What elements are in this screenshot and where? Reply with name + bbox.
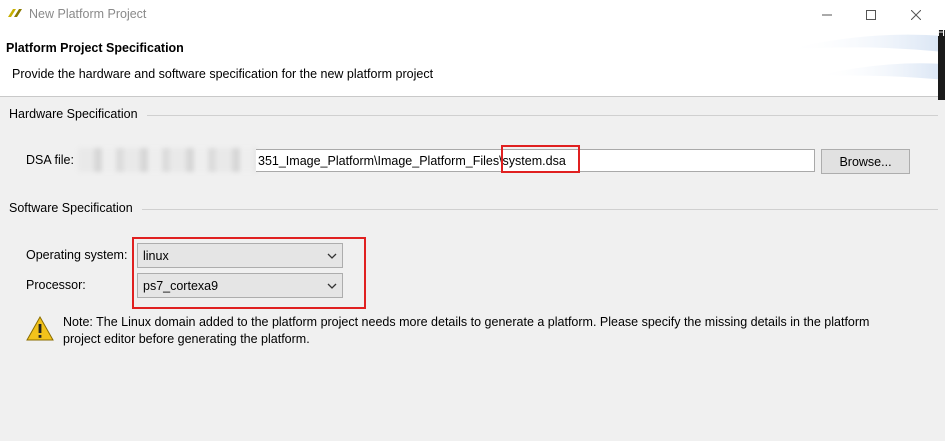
close-button[interactable] [893, 0, 939, 30]
browse-button[interactable]: Browse... [821, 149, 910, 174]
background-window-strip [938, 30, 945, 100]
software-group-label: Software Specification [9, 201, 133, 215]
banner-decoration [785, 34, 945, 80]
operating-system-label: Operating system: [26, 248, 128, 262]
linux-domain-note: Note: The Linux domain added to the plat… [63, 315, 870, 346]
warning-icon [26, 315, 54, 341]
window-titlebar: New Platform Project [0, 0, 945, 30]
dsa-filename-highlight [501, 145, 580, 173]
minimize-button[interactable] [804, 0, 850, 30]
background-window-char: H [937, 27, 945, 39]
close-icon [911, 10, 921, 20]
maximize-button[interactable] [848, 0, 894, 30]
app-logo-icon [8, 9, 22, 17]
software-fields-highlight [132, 237, 366, 309]
software-group-divider [142, 209, 938, 210]
dsa-file-label: DSA file: [26, 153, 74, 167]
page-description: Provide the hardware and software specif… [12, 67, 434, 81]
dsa-path-blurred [78, 148, 256, 172]
hardware-group-divider [147, 115, 938, 116]
minimize-icon [822, 14, 832, 16]
hardware-group-label: Hardware Specification [9, 107, 138, 121]
page-title: Platform Project Specification [6, 41, 184, 55]
maximize-icon [866, 10, 876, 20]
processor-label: Processor: [26, 278, 86, 292]
window-title: New Platform Project [29, 7, 147, 21]
wizard-header: Platform Project Specification Provide t… [0, 30, 945, 97]
